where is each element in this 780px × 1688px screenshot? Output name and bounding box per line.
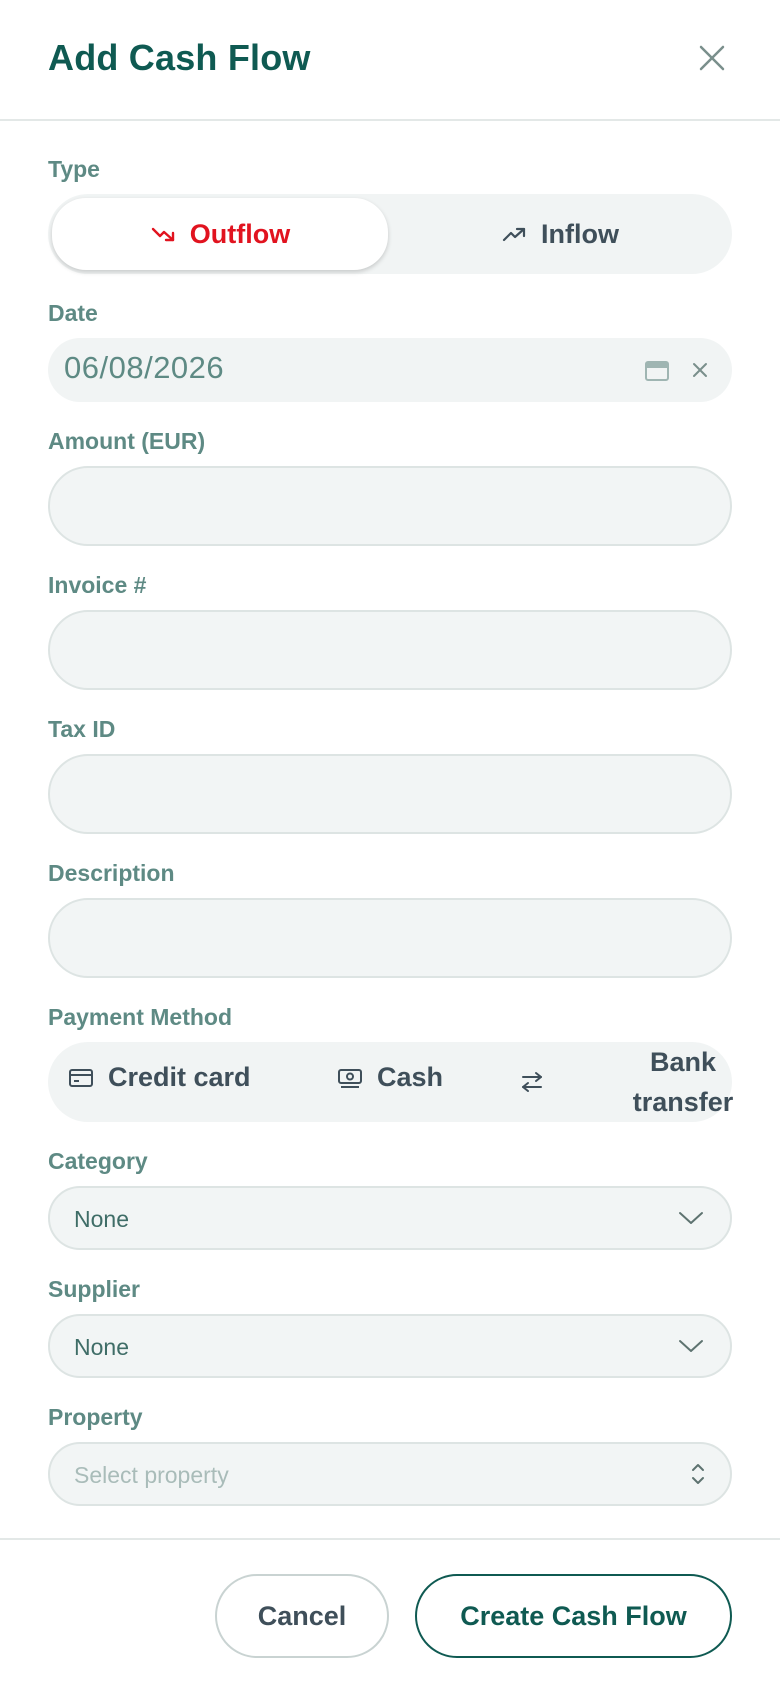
type-option-inflow[interactable]: Inflow	[392, 198, 728, 270]
property-placeholder: Select property	[74, 1462, 229, 1488]
date-field[interactable]: 06/08/2026	[48, 338, 732, 402]
type-option-outflow-label: Outflow	[189, 218, 291, 249]
dialog-header: Add Cash Flow	[0, 0, 780, 121]
trending-up-icon	[502, 227, 526, 242]
category-label: Category	[48, 1148, 148, 1174]
payment-option-bank-label-line2: transfer	[632, 1087, 734, 1117]
type-option-inflow-label: Inflow	[541, 218, 619, 249]
trending-down-icon	[151, 227, 174, 242]
close-icon[interactable]	[692, 38, 732, 78]
form-scroll-area[interactable]: Type Outflow Inflow Date 06/08/2026 Amou…	[0, 123, 780, 1538]
amount-input[interactable]	[48, 466, 732, 546]
tax-id-input[interactable]	[48, 754, 732, 834]
supplier-label: Supplier	[48, 1276, 141, 1302]
payment-option-cash-label: Cash	[377, 1062, 444, 1092]
property-label: Property	[48, 1404, 143, 1430]
chevron-down-icon	[679, 1212, 703, 1224]
date-value[interactable]: 06/08/2026	[64, 350, 224, 386]
payment-option-credit-card-label: Credit card	[108, 1062, 251, 1092]
payment-option-bank-label-line1: Bank	[649, 1047, 717, 1077]
tax-id-label: Tax ID	[48, 716, 116, 742]
dialog-title: Add Cash Flow	[48, 37, 311, 78]
create-cash-flow-button[interactable]: Create Cash Flow	[415, 1574, 732, 1658]
category-value: None	[74, 1206, 129, 1232]
date-label: Date	[48, 300, 98, 326]
banknote-icon	[338, 1068, 362, 1088]
payment-method-toggle: Credit card Cash Bank transfer	[48, 1042, 733, 1122]
supplier-select[interactable]: None	[48, 1314, 732, 1378]
close-button[interactable]	[692, 38, 732, 78]
calendar-icon[interactable]	[644, 358, 670, 382]
invoice-input[interactable]	[48, 610, 732, 690]
dialog-footer: Cancel Create Cash Flow	[0, 1538, 780, 1688]
clear-date-icon[interactable]	[690, 360, 710, 380]
amount-label: Amount (EUR)	[48, 428, 206, 454]
type-label: Type	[48, 156, 100, 182]
credit-card-icon	[69, 1068, 93, 1087]
type-option-outflow[interactable]: Outflow	[52, 198, 388, 270]
cancel-button[interactable]: Cancel	[215, 1574, 389, 1658]
category-select[interactable]: None	[48, 1186, 732, 1250]
chevron-down-icon	[679, 1340, 703, 1352]
chevron-up-down-icon	[692, 1464, 704, 1484]
supplier-value: None	[74, 1334, 129, 1360]
payment-option-credit-card[interactable]: Credit card	[68, 1062, 251, 1093]
payment-method-label: Payment Method	[48, 1004, 233, 1030]
description-label: Description	[48, 860, 175, 886]
payment-option-bank-transfer[interactable]: Bank transfer	[608, 1042, 758, 1122]
type-toggle: Outflow Inflow	[48, 194, 732, 274]
description-input[interactable]	[48, 898, 732, 978]
payment-option-cash[interactable]: Cash	[337, 1062, 443, 1093]
property-select[interactable]: Select property	[48, 1442, 732, 1506]
transfer-arrows-icon	[522, 1072, 542, 1092]
invoice-label: Invoice #	[48, 572, 147, 598]
